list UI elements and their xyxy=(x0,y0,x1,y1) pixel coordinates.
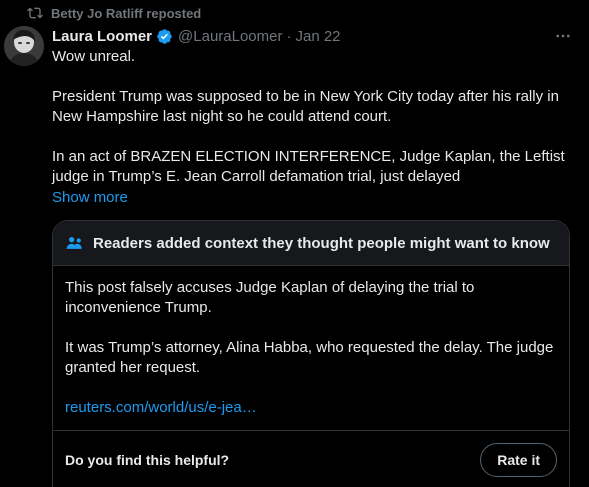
post[interactable]: Betty Jo Ratliff reposted Laura Loomer @… xyxy=(0,0,589,487)
note-rating-bar: Do you find this helpful? Rate it xyxy=(53,430,569,487)
post-header: Laura Loomer @LauraLoomer · Jan 22 xyxy=(52,26,579,46)
helpful-question: Do you find this helpful? xyxy=(65,451,230,468)
author-name[interactable]: Laura Loomer xyxy=(52,28,152,45)
post-text: Wow unreal. President Trump was supposed… xyxy=(52,47,572,187)
post-date[interactable]: Jan 22 xyxy=(295,28,340,45)
post-paragraph: President Trump was supposed to be in Ne… xyxy=(52,88,559,125)
note-source-link[interactable]: reuters.com/world/us/e-jea… xyxy=(65,399,257,416)
community-note-title: Readers added context they thought peopl… xyxy=(93,234,550,252)
verified-badge-icon[interactable] xyxy=(156,28,173,45)
post-paragraph: In an act of BRAZEN ELECTION INTERFERENC… xyxy=(52,148,565,185)
note-paragraph: It was Trump’s attorney, Alina Habba, wh… xyxy=(65,339,554,376)
repost-icon xyxy=(27,5,43,21)
community-note: Readers added context they thought peopl… xyxy=(52,220,570,487)
repost-indicator[interactable]: Betty Jo Ratliff reposted xyxy=(27,5,201,21)
community-note-header[interactable]: Readers added context they thought peopl… xyxy=(53,221,569,266)
author-handle[interactable]: @LauraLoomer xyxy=(178,28,282,45)
header-separator: · xyxy=(286,27,292,45)
post-paragraph: Wow unreal. xyxy=(52,48,136,65)
show-more-link[interactable]: Show more xyxy=(52,188,128,208)
repost-text: Betty Jo Ratliff reposted xyxy=(51,5,202,21)
more-options-icon[interactable] xyxy=(553,26,573,46)
people-icon xyxy=(65,233,85,253)
community-note-body: This post falsely accuses Judge Kaplan o… xyxy=(53,266,569,418)
note-paragraph: This post falsely accuses Judge Kaplan o… xyxy=(65,279,475,316)
rate-it-button[interactable]: Rate it xyxy=(480,442,557,477)
avatar[interactable] xyxy=(4,26,44,66)
